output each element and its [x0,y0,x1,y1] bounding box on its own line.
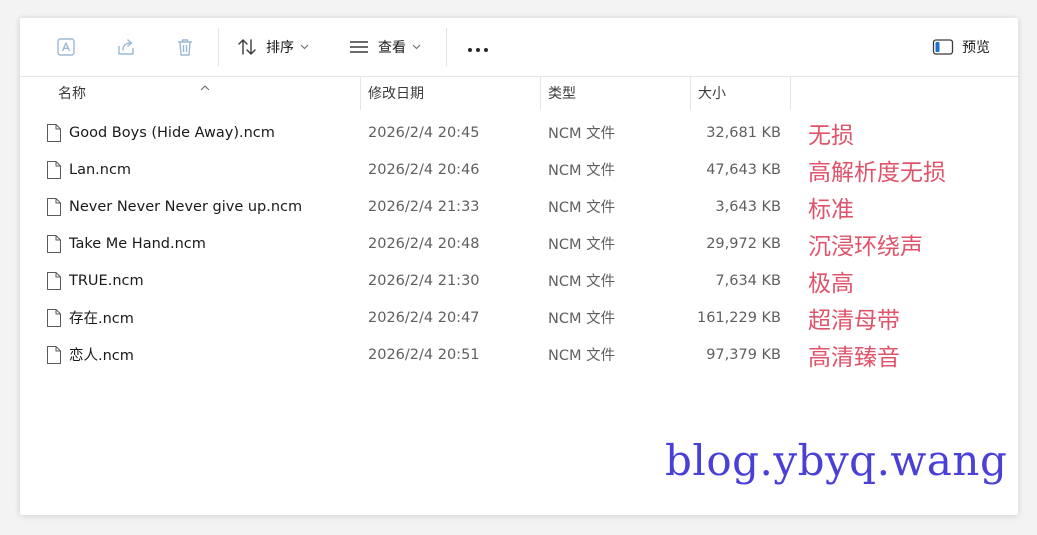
column-resize-handle[interactable] [360,76,361,110]
file-explorer-window: 排序 查看 预览 名称 修改日期 类型 大小 Good Boys (Hide A… [20,18,1018,515]
file-type: NCM 文件 [548,237,616,253]
preview-label: 预览 [962,40,990,56]
file-type: NCM 文件 [548,348,616,364]
toolbar-separator [218,28,219,66]
column-header-name[interactable]: 名称 [58,76,358,110]
file-size: 29,972 KB [706,235,781,252]
file-name: 恋人.ncm [69,348,134,364]
column-resize-handle[interactable] [790,76,791,110]
quality-annotation: 高解析度无损 [808,159,946,186]
file-size: 3,643 KB [715,198,781,215]
quality-annotation: 沉浸环绕声 [808,233,923,260]
column-size-label: 大小 [698,86,726,102]
toolbar-separator [446,28,447,66]
file-name: Good Boys (Hide Away).ncm [69,124,275,141]
file-icon [44,114,64,151]
file-size: 47,643 KB [706,161,781,178]
quality-annotation: 超清母带 [808,307,900,334]
file-type: NCM 文件 [548,311,616,327]
file-modified: 2026/2/4 20:51 [368,346,480,363]
file-row[interactable]: 存在.ncm 2026/2/4 20:47 NCM 文件 161,229 KB … [20,299,1018,336]
file-row[interactable]: Lan.ncm 2026/2/4 20:46 NCM 文件 47,643 KB … [20,151,1018,188]
file-modified: 2026/2/4 20:46 [368,161,480,178]
column-header-modified[interactable]: 修改日期 [368,76,538,110]
file-icon [44,299,64,336]
quality-annotation: 极高 [808,270,854,297]
file-list: Good Boys (Hide Away).ncm 2026/2/4 20:45… [20,114,1018,373]
delete-button[interactable] [169,18,201,76]
column-header-type[interactable]: 类型 [548,76,688,110]
preview-pane-button[interactable]: 预览 [932,18,990,76]
file-icon [44,336,64,373]
file-size: 32,681 KB [706,124,781,141]
view-button[interactable]: 查看 [348,18,421,76]
column-header: 名称 修改日期 类型 大小 [20,76,1018,110]
file-size: 7,634 KB [715,272,781,289]
file-modified: 2026/2/4 21:33 [368,198,480,215]
share-button[interactable] [110,18,142,76]
chevron-down-icon [412,44,421,50]
file-row[interactable]: Take Me Hand.ncm 2026/2/4 20:48 NCM 文件 2… [20,225,1018,262]
quality-annotation: 无损 [808,122,854,149]
quality-annotation: 标准 [808,196,854,223]
column-resize-handle[interactable] [690,76,691,110]
rename-icon [55,36,77,58]
view-label: 查看 [378,40,406,56]
file-row[interactable]: 恋人.ncm 2026/2/4 20:51 NCM 文件 97,379 KB 高… [20,336,1018,373]
file-size: 97,379 KB [706,346,781,363]
file-modified: 2026/2/4 20:47 [368,309,480,326]
column-header-size[interactable]: 大小 [698,76,788,110]
sort-label: 排序 [266,40,294,56]
sort-button[interactable]: 排序 [236,18,309,76]
column-modified-label: 修改日期 [368,86,424,102]
preview-pane-icon [932,38,954,56]
file-row[interactable]: TRUE.ncm 2026/2/4 21:30 NCM 文件 7,634 KB … [20,262,1018,299]
file-icon [44,188,64,225]
rename-button[interactable] [50,18,82,76]
file-modified: 2026/2/4 20:48 [368,235,480,252]
more-icon [467,38,489,57]
watermark-text: blog.ybyq.wang [665,436,1008,485]
file-modified: 2026/2/4 21:30 [368,272,480,289]
file-row[interactable]: Good Boys (Hide Away).ncm 2026/2/4 20:45… [20,114,1018,151]
column-resize-handle[interactable] [540,76,541,110]
file-size: 161,229 KB [696,309,781,326]
file-type: NCM 文件 [548,200,616,216]
quality-annotation: 高清臻音 [808,344,900,371]
file-row[interactable]: Never Never Never give up.ncm 2026/2/4 2… [20,188,1018,225]
file-name: 存在.ncm [69,311,134,327]
more-options-button[interactable] [462,18,494,76]
file-icon [44,151,64,188]
view-list-icon [348,36,370,58]
file-type: NCM 文件 [548,274,616,290]
column-name-label: 名称 [58,86,86,102]
file-icon [44,262,64,299]
file-name: Lan.ncm [69,161,132,178]
file-name: TRUE.ncm [69,272,144,289]
column-type-label: 类型 [548,86,576,102]
file-modified: 2026/2/4 20:45 [368,124,480,141]
trash-icon [174,36,196,58]
file-name: Never Never Never give up.ncm [69,198,303,215]
chevron-down-icon [300,44,309,50]
share-icon [115,36,137,58]
file-icon [44,225,64,262]
command-bar: 排序 查看 预览 [20,18,1018,77]
file-type: NCM 文件 [548,163,616,179]
file-name: Take Me Hand.ncm [69,235,206,252]
sort-icon [236,36,258,58]
file-type: NCM 文件 [548,126,616,142]
